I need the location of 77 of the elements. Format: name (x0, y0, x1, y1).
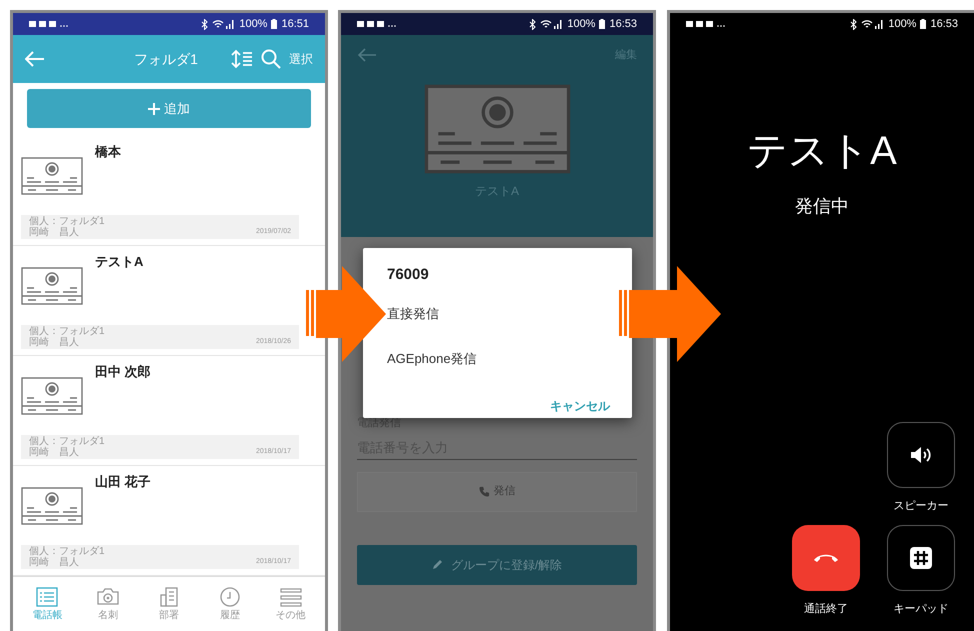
button-label: キーパッド (894, 602, 948, 616)
nav-tab[interactable]: 部署 (140, 583, 197, 625)
menu-icon (280, 587, 302, 607)
battery-percentage: 100% (567, 16, 596, 32)
speaker-icon (910, 446, 932, 464)
nav-label: 部署 (158, 610, 179, 621)
clock-icon (218, 587, 241, 607)
business-card-icon (21, 487, 83, 525)
nav-tab[interactable]: 名刺 (80, 583, 136, 625)
folder-text: 個人：フォルダ1 (29, 326, 105, 337)
button-label: スピーカー (894, 499, 948, 514)
call-status: 発信中 (795, 195, 849, 218)
search-icon[interactable] (261, 49, 282, 69)
battery-icon (599, 19, 606, 29)
signal-icon (226, 19, 236, 29)
business-card-icon (21, 267, 83, 305)
bluetooth-icon (201, 18, 208, 30)
speaker-button[interactable] (887, 422, 955, 488)
notification-icons-drawing (29, 20, 69, 28)
nav-tab[interactable]: 履歴 (202, 583, 258, 625)
battery-icon (271, 19, 278, 29)
nav-label: 電話帳 (32, 610, 62, 621)
wifi-icon (861, 19, 874, 29)
hang-up-icon (813, 552, 839, 562)
bluetooth-icon (529, 18, 536, 30)
nav-tab[interactable]: その他 (262, 583, 319, 625)
back-arrow-icon[interactable] (357, 48, 377, 62)
contact-name[interactable]: 山田 花子 (95, 472, 151, 492)
owner-text: 岡崎 昌人 (29, 337, 80, 348)
contact-name[interactable]: テストA (95, 252, 144, 272)
select-button[interactable]: 選択 (289, 50, 314, 68)
caller-name: テストA (747, 128, 897, 175)
nav-label: 名刺 (98, 610, 118, 621)
dialog-option[interactable]: AGEphone発信 (387, 349, 610, 368)
folder-text: 個人：フォルダ1 (29, 216, 105, 227)
cancel-button[interactable]: キャンセル (550, 396, 610, 414)
notification-icons-drawing (686, 20, 726, 28)
building-icon (158, 587, 180, 607)
sort-icon[interactable] (231, 49, 254, 69)
folder-text: 個人：フォルダ1 (29, 436, 105, 447)
end-call-button[interactable] (792, 524, 860, 590)
header-title: フォルダ1 (134, 50, 198, 68)
contact-name[interactable]: 田中 次郎 (95, 362, 151, 382)
phone-icon (478, 486, 490, 497)
nav-tab[interactable]: 電話帳 (19, 583, 76, 625)
keypad-icon (910, 546, 932, 568)
dialog-title: 76009 (387, 265, 430, 285)
bluetooth-icon (850, 18, 858, 30)
plus-icon (148, 102, 160, 114)
status-time: 16:53 (609, 16, 637, 32)
signal-icon (554, 19, 564, 29)
battery-percentage: 100% (239, 16, 268, 32)
notification-icons-drawing (357, 20, 397, 28)
group-button[interactable]: グループに登録/解除 (357, 544, 637, 584)
button-label: 通話終了 (804, 602, 848, 616)
nav-label: 履歴 (220, 610, 240, 621)
battery-percentage: 100% (888, 16, 916, 32)
business-card-icon (21, 157, 83, 195)
owner-text: 岡崎 昌人 (29, 227, 80, 238)
signal-icon (875, 19, 884, 29)
status-time: 16:51 (281, 16, 309, 32)
wifi-icon (540, 19, 552, 29)
contact-name[interactable]: 橋本 (95, 142, 121, 162)
battery-icon (920, 19, 926, 29)
pencil-icon (432, 559, 443, 570)
list-icon (36, 587, 58, 607)
business-card-icon (21, 377, 83, 415)
owner-text: 岡崎 昌人 (29, 447, 80, 458)
dialog-option[interactable]: 直接発信 (387, 304, 610, 323)
nav-label: その他 (276, 610, 306, 621)
add-button[interactable]: 追加 (27, 89, 311, 128)
status-time: 16:53 (930, 16, 958, 32)
folder-text: 個人：フォルダ1 (29, 546, 105, 557)
wifi-icon (212, 19, 224, 29)
camera-icon (97, 587, 120, 607)
owner-text: 岡崎 昌人 (29, 557, 80, 568)
keypad-button[interactable] (887, 524, 955, 590)
